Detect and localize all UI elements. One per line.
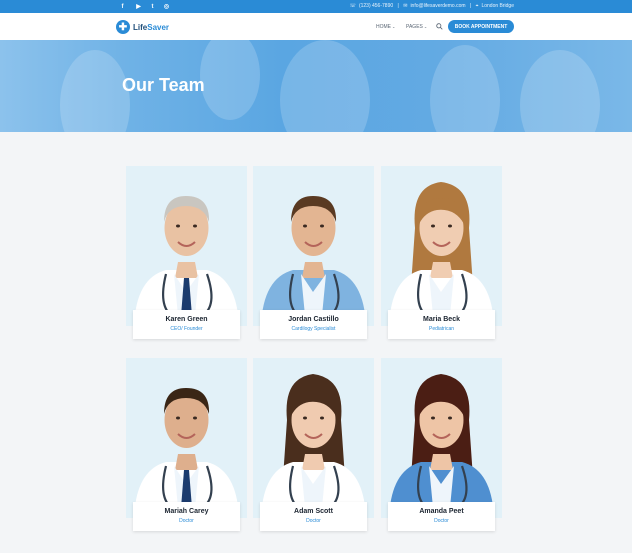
- neck: [302, 454, 325, 470]
- person-role: Doctor: [434, 518, 449, 524]
- doctor-portrait: [381, 358, 502, 518]
- eye: [320, 224, 324, 228]
- instagram-icon[interactable]: ◎: [162, 2, 171, 11]
- eye: [448, 224, 452, 228]
- top-bar: f ▶ t ◎ ☏ (123) 456-7890 | ✉ info@lifesave…: [0, 0, 632, 13]
- eye: [176, 416, 180, 420]
- person-role: Doctor: [306, 518, 321, 524]
- person-role: Pediatrican: [428, 326, 454, 332]
- doctor-photo: [126, 358, 247, 518]
- phone-icon: ☏: [349, 3, 356, 9]
- eye: [303, 416, 307, 420]
- person-name[interactable]: Jordan Castillo: [260, 316, 367, 323]
- neck: [175, 454, 198, 470]
- doctor-photo: [126, 166, 247, 326]
- chevron-down-icon: ⌄: [423, 24, 428, 29]
- cross-logo-icon: ✚: [116, 20, 130, 34]
- doctor-photo: [381, 166, 502, 326]
- eye: [431, 224, 435, 228]
- person-role: Doctor: [179, 518, 194, 524]
- eye: [303, 224, 307, 228]
- name-box: Amanda Peet Doctor: [388, 502, 495, 531]
- person-name[interactable]: Maria Beck: [388, 316, 495, 323]
- email-text[interactable]: info@lifesaverdemo.com: [410, 3, 465, 9]
- person-role: Cardilogy Specialist: [291, 326, 336, 332]
- name-box: Adam Scott Doctor: [260, 502, 367, 531]
- email-icon: ✉: [403, 3, 408, 9]
- person-name[interactable]: Mariah Carey: [133, 508, 240, 515]
- eye: [193, 416, 197, 420]
- hero-figure: [520, 50, 600, 132]
- twitter-icon[interactable]: t: [148, 2, 157, 11]
- chevron-down-icon: ⌄: [392, 24, 396, 29]
- phone-text[interactable]: (123) 456-7890: [359, 3, 393, 9]
- team-card[interactable]: Amanda Peet Doctor: [381, 358, 502, 531]
- eye: [320, 416, 324, 420]
- youtube-icon[interactable]: ▶: [134, 2, 143, 11]
- hero-figure: [200, 40, 260, 120]
- team-card[interactable]: Mariah Carey Doctor: [126, 358, 247, 531]
- facebook-icon[interactable]: f: [118, 2, 127, 11]
- name-box: Maria Beck Pediatrican: [388, 310, 495, 339]
- nav-pages[interactable]: PAGES⌄: [406, 24, 427, 30]
- doctor-photo: [253, 166, 374, 326]
- doctor-portrait: [253, 166, 374, 326]
- team-card[interactable]: Maria Beck Pediatrican: [381, 166, 502, 339]
- doctor-portrait: [381, 166, 502, 326]
- hero-figure: [280, 40, 370, 132]
- neck: [430, 262, 453, 278]
- team-card[interactable]: Adam Scott Doctor: [253, 358, 374, 531]
- doctor-portrait: [253, 358, 374, 518]
- location-icon: ⌖: [475, 3, 479, 9]
- contact-info: ☏ (123) 456-7890 | ✉ info@lifesaverdemo.co…: [349, 3, 514, 9]
- name-box: Jordan Castillo Cardilogy Specialist: [260, 310, 367, 339]
- eye: [193, 224, 197, 228]
- main-header: ✚ LifeSaver HOME⌄ PAGES⌄ BOOK APPOINTMEN…: [0, 13, 632, 40]
- doctor-portrait: [126, 166, 247, 326]
- page-title: Our Team: [122, 75, 205, 95]
- team-card[interactable]: Jordan Castillo Cardilogy Specialist: [253, 166, 374, 339]
- logo-text: LifeSaver: [133, 22, 170, 32]
- hero-banner: Our Team: [0, 40, 632, 132]
- team-card[interactable]: Karen Green CEO/ Founder: [126, 166, 247, 339]
- doctor-photo: [381, 358, 502, 518]
- name-box: Karen Green CEO/ Founder: [133, 310, 240, 339]
- person-name[interactable]: Amanda Peet: [388, 508, 495, 515]
- neck: [430, 454, 453, 470]
- nav-home[interactable]: HOME⌄: [376, 24, 395, 30]
- logo[interactable]: ✚ LifeSaver: [116, 19, 176, 35]
- hero-figure: [60, 50, 130, 132]
- hero-figure: [430, 45, 500, 132]
- doctor-portrait: [126, 358, 247, 518]
- location-text: London Bridge: [481, 3, 514, 9]
- person-name[interactable]: Adam Scott: [260, 508, 367, 515]
- name-box: Mariah Carey Doctor: [133, 502, 240, 531]
- person-role: CEO/ Founder: [170, 326, 203, 332]
- book-appointment-button[interactable]: BOOK APPOINTMENT: [448, 20, 514, 33]
- eye: [431, 416, 435, 420]
- doctor-photo: [253, 358, 374, 518]
- eye: [176, 224, 180, 228]
- neck: [175, 262, 198, 278]
- eye: [448, 416, 452, 420]
- search-icon[interactable]: [436, 23, 443, 30]
- neck: [302, 262, 325, 278]
- person-name[interactable]: Karen Green: [133, 316, 240, 323]
